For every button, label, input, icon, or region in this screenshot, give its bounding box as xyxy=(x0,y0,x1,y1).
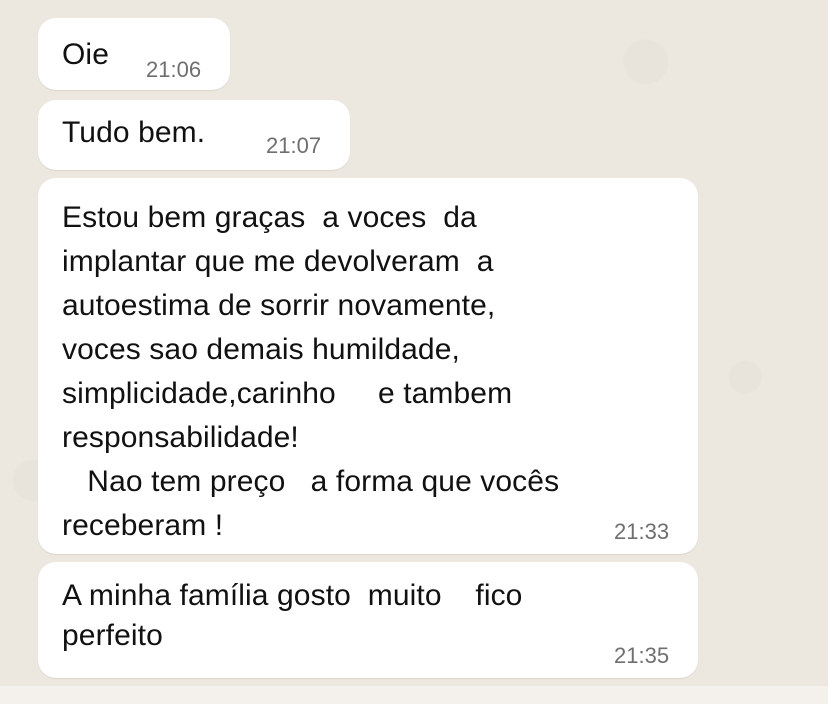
message-text: A minha família gosto muito fico perfeit… xyxy=(62,579,523,652)
message-bubble[interactable]: Tudo bem. 21:07 xyxy=(38,100,350,170)
message-bubble[interactable]: Oie 21:06 xyxy=(38,18,230,90)
message-bubble[interactable]: A minha família gosto muito fico perfeit… xyxy=(38,562,698,678)
message-text: Oie xyxy=(62,38,109,71)
message-timestamp: 21:33 xyxy=(614,519,670,544)
message-timestamp: 21:35 xyxy=(614,643,670,668)
bottom-edge xyxy=(0,686,828,704)
message-text: Estou bem graças a voces da implantar qu… xyxy=(62,201,560,542)
message-bubble[interactable]: Estou bem graças a voces da implantar qu… xyxy=(38,178,698,554)
message-text: Tudo bem. xyxy=(62,116,206,149)
message-timestamp: 21:07 xyxy=(266,133,322,158)
chat-area[interactable]: Oie 21:06 Tudo bem. 21:07 Estou bem graç… xyxy=(0,0,828,686)
message-timestamp: 21:06 xyxy=(146,57,202,82)
